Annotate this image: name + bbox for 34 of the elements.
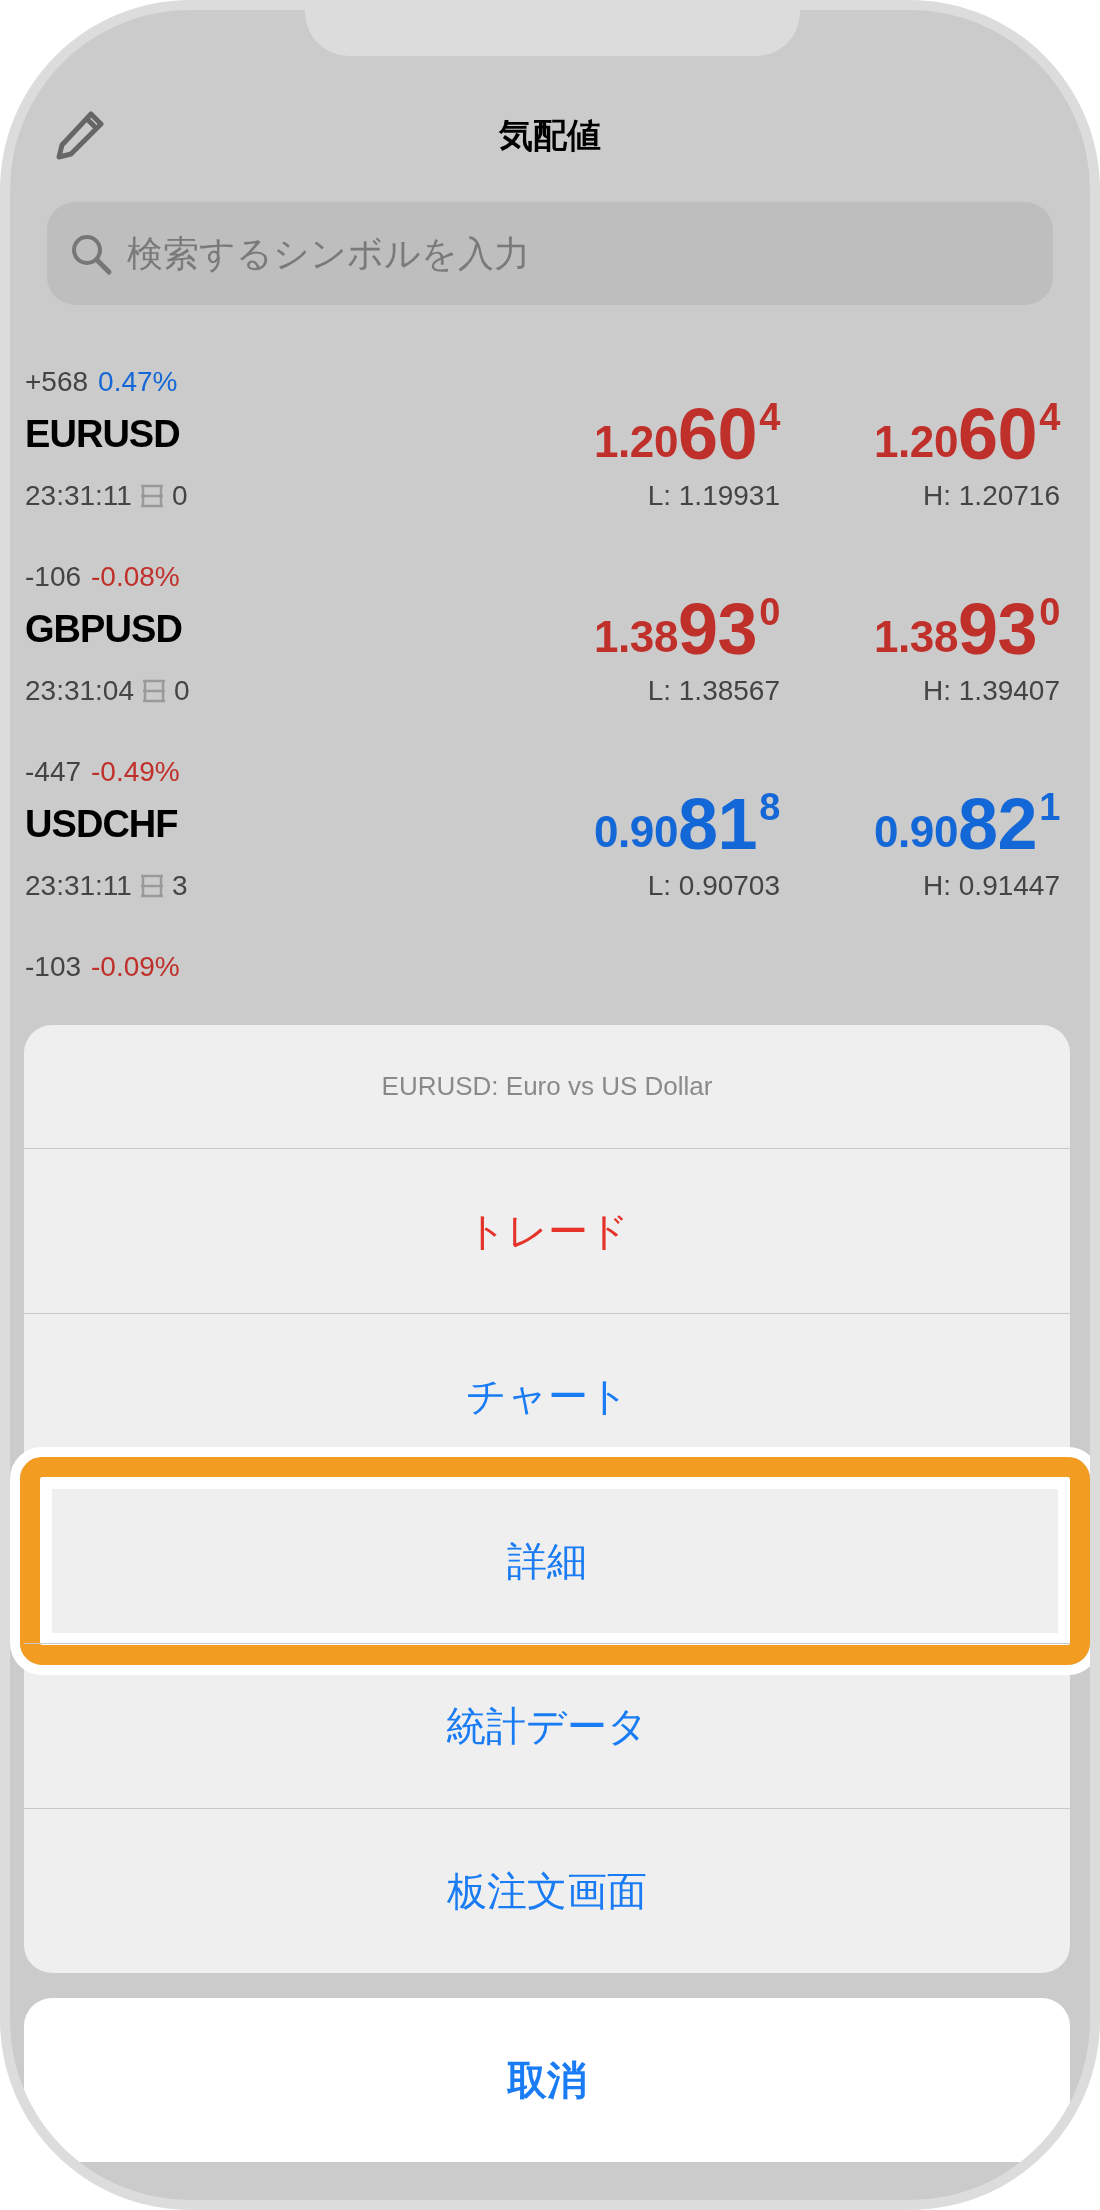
spread-value: 0 — [171, 479, 188, 513]
search-icon — [69, 232, 113, 276]
low-price: L: 0.90703 — [646, 869, 780, 903]
search-field[interactable]: 検索するシンボルを入力 — [47, 202, 1053, 305]
high-price: H: 0.91447 — [922, 869, 1060, 903]
change-points: -103 — [25, 950, 82, 984]
sheet-option[interactable]: チャート — [24, 1314, 1070, 1478]
spread-value: 3 — [171, 869, 188, 903]
quote-time: 23:31:11 — [25, 479, 132, 513]
screen-title: 気配値 — [499, 114, 601, 156]
low-price: L: 1.19931 — [646, 479, 780, 513]
symbol-name[interactable]: USDCHF — [25, 795, 500, 853]
spread-value: 0 — [174, 674, 190, 708]
sheet-option[interactable]: 統計データ — [24, 1644, 1070, 1808]
quote-time: 23:31:04 — [25, 674, 134, 708]
low-price: L: 1.38567 — [646, 674, 780, 708]
high-price: H: 1.39407 — [922, 674, 1060, 708]
edit-icon[interactable] — [55, 110, 105, 160]
symbol-name[interactable]: GBPUSD — [25, 600, 500, 658]
spread-icon — [140, 677, 168, 705]
change-percent: -0.49% — [91, 755, 180, 789]
sheet-option[interactable]: 板注文画面 — [24, 1809, 1070, 1973]
sheet-option[interactable]: トレード — [24, 1149, 1070, 1313]
change-percent: 0.47% — [98, 365, 178, 399]
change-percent: -0.09% — [91, 950, 180, 984]
change-points: +568 — [25, 365, 89, 399]
sheet-title: EURUSD: Euro vs US Dollar — [380, 1070, 714, 1103]
cancel-button[interactable]: 取消 — [24, 1998, 1070, 2162]
quote-time: 23:31:11 — [25, 869, 132, 903]
high-price: H: 1.20716 — [922, 479, 1060, 513]
change-points: -447 — [25, 755, 82, 789]
change-percent: -0.08% — [91, 560, 180, 594]
change-points: -106 — [25, 560, 82, 594]
symbol-name[interactable]: EURUSD — [25, 405, 500, 463]
